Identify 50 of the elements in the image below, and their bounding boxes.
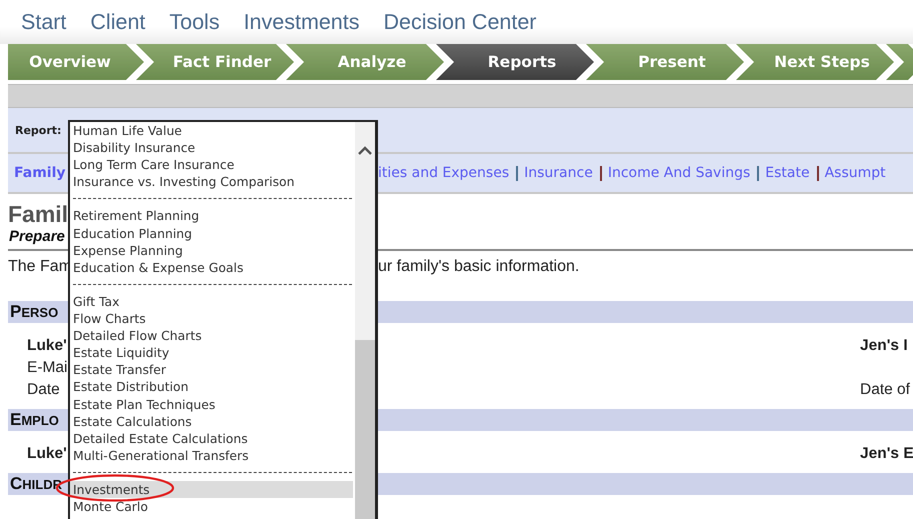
section-heading: EMPLO (9, 410, 59, 430)
report-dropdown-list[interactable] (68, 120, 378, 519)
dropdown-option[interactable]: Estate Transfer (70, 361, 353, 378)
field-label: Date (26, 381, 60, 399)
dropdown-option[interactable]: Expense Planning (70, 242, 353, 259)
scroll-up-icon[interactable] (358, 146, 372, 155)
dropdown-option[interactable]: Long Term Care Insurance (70, 156, 353, 174)
field-label: Jen's E (860, 445, 913, 463)
section-link[interactable]: Income And Savings (608, 165, 750, 181)
dropdown-option[interactable]: Estate Liquidity (70, 344, 353, 362)
menu-item[interactable]: Start (21, 10, 66, 34)
field-label: Luke' (26, 337, 67, 355)
scrollbar-thumb[interactable] (355, 340, 375, 519)
dropdown-option[interactable]: Multi-Generational Transfers (70, 446, 353, 464)
field-label: Date of (860, 381, 911, 399)
report-label: Report: (15, 124, 62, 136)
section-link[interactable]: Insurance (524, 165, 593, 181)
dropdown-option[interactable]: Monte Carlo (70, 498, 353, 516)
dropdown-option[interactable]: Retirement Planning (70, 207, 353, 225)
field-label: Luke' (26, 445, 67, 463)
step-tab[interactable]: Reports (436, 44, 594, 80)
dropdown-option[interactable]: Gift Tax (70, 292, 353, 310)
dropdown-option[interactable]: Human Life Value (70, 122, 353, 140)
menu-item[interactable]: Decision Center (384, 10, 536, 34)
menu-item[interactable]: Investments (244, 10, 360, 34)
dropdown-option[interactable]: Estate Calculations (70, 412, 353, 430)
dropdown-option[interactable]: Education & Expense Goals (70, 258, 353, 276)
field-label: E-Mai (26, 359, 68, 377)
intro-text: ur family's basic information. (378, 258, 580, 276)
dropdown-option[interactable]: Disability Insurance (70, 139, 353, 156)
section-heading: PERSO (9, 302, 58, 322)
dropdown-option[interactable]: Detailed Flow Charts (70, 327, 353, 344)
menu-item[interactable]: Client (90, 10, 146, 34)
dropdown-option[interactable]: Insurance vs. Investing Comparison (70, 173, 353, 190)
section-link[interactable]: Assumpt (824, 165, 886, 181)
scrollbar[interactable] (355, 122, 375, 519)
dropdown-option[interactable]: Flow Charts (70, 310, 353, 328)
dropdown-option[interactable]: Investments (70, 480, 353, 498)
section-link[interactable]: ities and Expenses (378, 165, 510, 181)
dropdown-option[interactable]: Detailed Estate Calculations (70, 430, 353, 447)
dropdown-option[interactable]: Education Planning (70, 224, 353, 242)
menu-item[interactable]: Tools (169, 10, 220, 34)
page-subtitle: Prepare (9, 228, 65, 245)
page-title: Famil (8, 200, 68, 228)
dropdown-option[interactable]: Estate Distribution (70, 378, 353, 396)
dropdown-option[interactable]: Estate Plan Techniques (70, 396, 353, 413)
section-link[interactable]: Family (14, 165, 66, 181)
section-heading: CHILDR (9, 474, 62, 494)
field-label: Jen's I (860, 337, 909, 355)
section-link[interactable]: Estate (765, 165, 810, 181)
